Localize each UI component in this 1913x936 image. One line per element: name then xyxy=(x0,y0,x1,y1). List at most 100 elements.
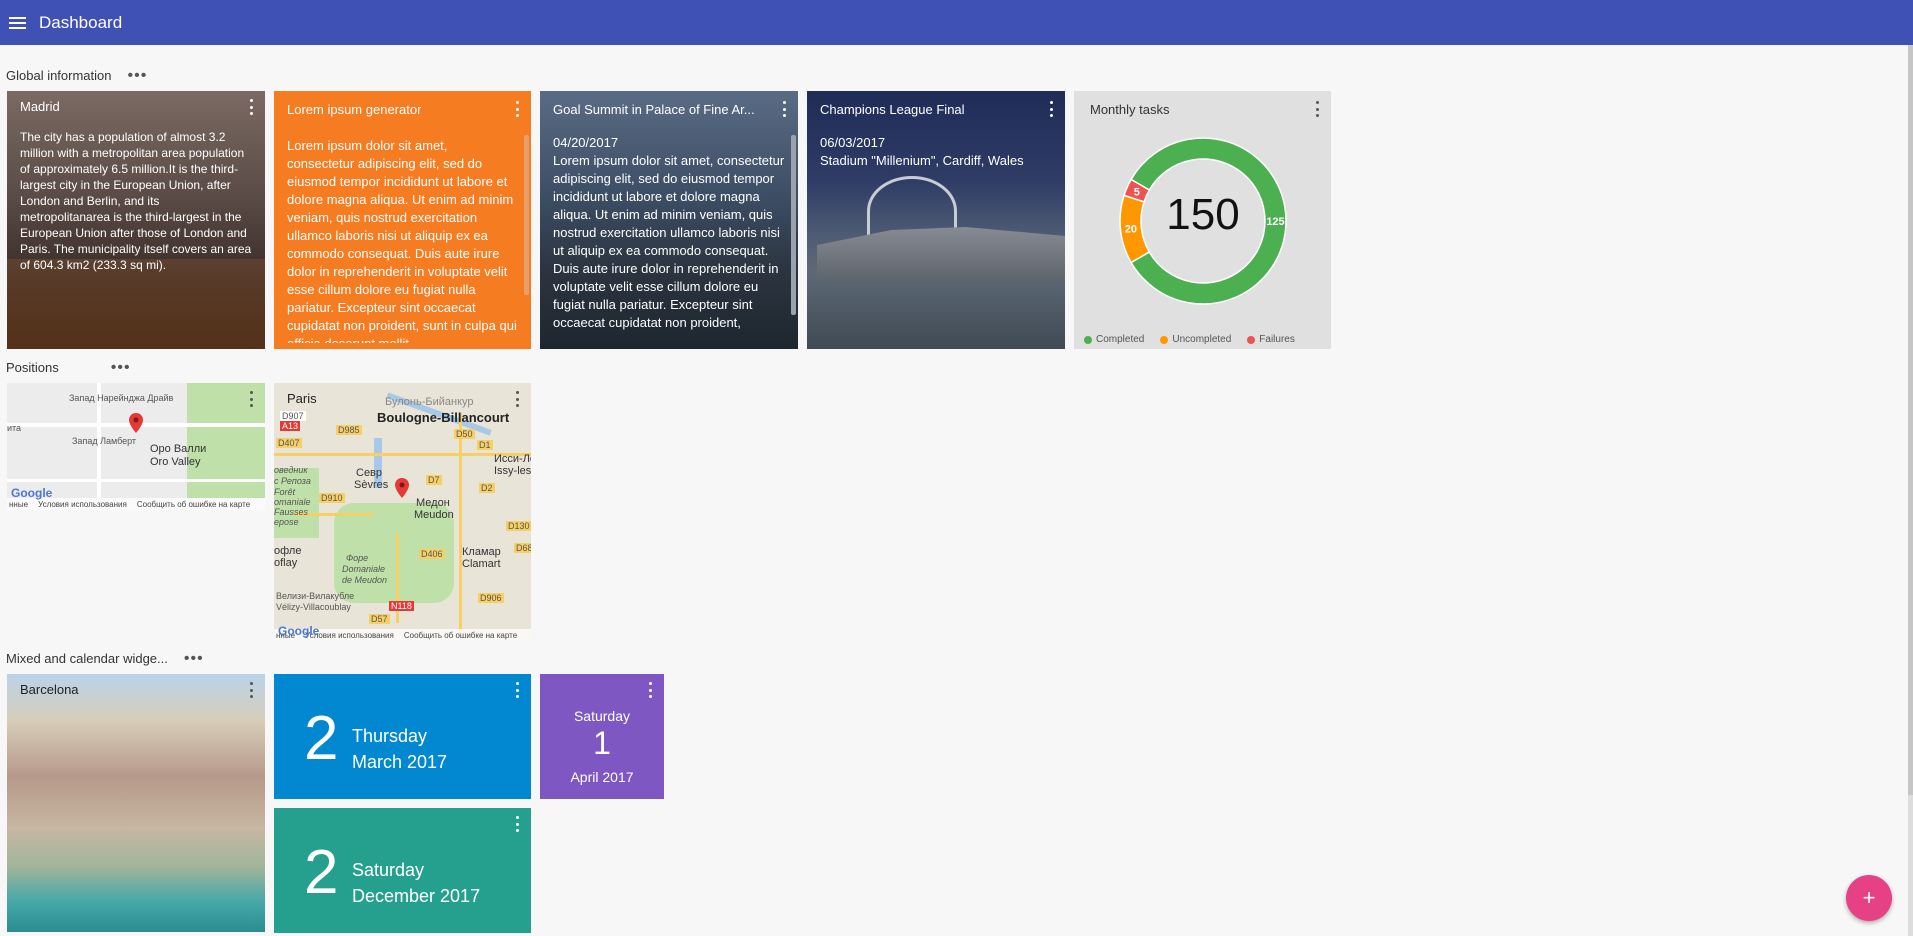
legend-label: Failures xyxy=(1259,334,1295,345)
more-vert-icon[interactable] xyxy=(647,682,653,698)
map-label: оведник xyxy=(274,465,308,475)
event-location: Stadium "Millenium", Cardiff, Wales xyxy=(820,153,1024,168)
map-label: Domaniale xyxy=(342,564,386,574)
calendar-month-year: December 2017 xyxy=(352,886,481,906)
calendar-day-number: 2 xyxy=(304,704,339,773)
more-vert-icon[interactable] xyxy=(514,391,520,407)
monthly-tasks-tile[interactable]: Monthly tasks 150 125 20 5 Completed Uncom… xyxy=(1074,91,1331,349)
road-label: D2 xyxy=(479,483,495,493)
map-label: Clamart xyxy=(462,558,501,570)
map-label: Boulogne-Billancourt xyxy=(377,410,510,425)
app-title: Dashboard xyxy=(39,12,123,32)
map-report-link[interactable]: Сообщить об ошибке на карте xyxy=(404,631,517,640)
section-title: Global information xyxy=(6,68,112,83)
calendar-day-number: 1 xyxy=(593,725,611,761)
road-label: D68 xyxy=(514,543,531,553)
map-label: Oro Valley xyxy=(150,456,201,468)
section-title: Positions xyxy=(6,360,59,375)
section-header-positions: Positions ••• xyxy=(6,359,131,375)
more-vert-icon[interactable] xyxy=(1048,101,1054,117)
map-terms-link[interactable]: Условия использования xyxy=(38,500,127,509)
tile-scrollbar[interactable] xyxy=(791,135,796,315)
more-horiz-icon[interactable]: ••• xyxy=(128,67,148,83)
map-road xyxy=(459,413,462,633)
road-label: D910 xyxy=(319,493,345,503)
map-pin-icon[interactable] xyxy=(395,478,409,498)
menu-icon[interactable] xyxy=(0,4,34,42)
map-label: офле xyxy=(274,545,302,557)
section-header-mixed: Mixed and calendar widge... ••• xyxy=(6,650,204,666)
map-label: Meudon xyxy=(414,509,454,521)
map-label: с Репоза xyxy=(274,476,311,486)
map-label: Issy-les-Mo xyxy=(494,465,531,477)
map-label: Vélizy-Villacoublay xyxy=(276,602,351,612)
goal-summit-tile[interactable]: Goal Summit in Palace of Fine Ar... 04/2… xyxy=(540,91,798,349)
calendar-month-year: April 2017 xyxy=(570,769,634,785)
tile-title: Barcelona xyxy=(20,682,79,697)
map-road xyxy=(7,479,265,482)
barcelona-tile[interactable]: Barcelona xyxy=(7,674,265,932)
section-title: Mixed and calendar widge... xyxy=(6,651,168,666)
map-label: epose xyxy=(274,517,299,527)
road-label: D407 xyxy=(276,438,302,448)
donut-chart: 150 125 20 5 xyxy=(1119,137,1287,305)
map-label: Запад Ламберт xyxy=(72,436,137,446)
map-label: Оро Валли xyxy=(150,443,207,455)
more-vert-icon[interactable] xyxy=(781,101,787,117)
tile-body: The city has a population of almost 3.2 … xyxy=(20,130,252,272)
map-report-link[interactable]: Сообщить об ошибке на карте xyxy=(137,500,250,509)
tile-scrollbar[interactable] xyxy=(524,135,529,295)
road-label: D1 xyxy=(477,440,493,450)
tile-title: Madrid xyxy=(20,99,60,114)
more-vert-icon[interactable] xyxy=(514,101,520,117)
tile-body: Lorem ipsum dolor sit amet, consectetur … xyxy=(287,138,517,343)
legend-item-completed: Completed xyxy=(1084,334,1144,345)
more-vert-icon[interactable] xyxy=(248,391,254,407)
calendar-tile-december[interactable]: 2 Saturday December 2017 xyxy=(274,808,531,933)
legend-label: Uncompleted xyxy=(1172,334,1232,345)
more-vert-icon[interactable] xyxy=(248,682,254,698)
page-scrollbar-thumb[interactable] xyxy=(1908,45,1913,795)
more-vert-icon[interactable] xyxy=(514,816,520,832)
tile-title: Champions League Final xyxy=(820,102,965,117)
barcelona-photo xyxy=(7,674,265,932)
calendar-tile-march[interactable]: 2 Thursday March 2017 xyxy=(274,674,531,799)
calendar-weekday: Saturday xyxy=(352,860,425,880)
road-label: D406 xyxy=(419,549,445,559)
champions-tile[interactable]: Champions League Final 06/03/2017 Stadiu… xyxy=(807,91,1065,349)
road-label: D906 xyxy=(478,593,504,603)
road-label: D50 xyxy=(454,429,475,439)
map-label: de Meudon xyxy=(342,575,388,585)
calendar-tile-april[interactable]: Saturday 1 April 2017 xyxy=(540,674,664,799)
legend-swatch xyxy=(1160,335,1169,344)
add-widget-button[interactable]: + xyxy=(1846,875,1892,921)
more-horiz-icon[interactable]: ••• xyxy=(111,359,131,375)
map-road xyxy=(274,453,531,456)
map-tile-oro-valley[interactable]: Запад Нарейнджа Драйв Запад Ламберт Оро … xyxy=(7,383,265,510)
donut-value-label: 125 xyxy=(1266,216,1284,228)
road-label: N118 xyxy=(389,601,414,611)
map-label: Севр xyxy=(356,467,383,479)
app-toolbar: Dashboard xyxy=(0,0,1913,45)
madrid-tile[interactable]: Madrid The city has a population of almo… xyxy=(7,91,265,349)
road-label: D7 xyxy=(426,475,442,485)
calendar-month-year: March 2017 xyxy=(352,752,448,772)
donut-value-label: 5 xyxy=(1134,187,1140,199)
more-vert-icon[interactable] xyxy=(248,99,254,115)
map-tile-paris[interactable]: Булонь-Бийанкур Boulogne-Billancourt Исс… xyxy=(274,383,531,641)
map-label: Булонь-Бийанкур xyxy=(385,396,474,408)
map-label: Sèvres xyxy=(354,479,389,491)
map-pin-icon[interactable] xyxy=(129,413,143,433)
map-label: ита xyxy=(7,423,22,433)
map-label: Медон xyxy=(416,497,450,509)
lorem-tile[interactable]: Lorem ipsum generator Lorem ipsum dolor … xyxy=(274,91,531,349)
more-vert-icon[interactable] xyxy=(514,682,520,698)
google-logo: Google xyxy=(278,624,320,638)
legend-swatch xyxy=(1084,335,1092,344)
road-label: D907 xyxy=(280,411,306,421)
legend-item-uncompleted: Uncompleted xyxy=(1160,334,1231,345)
tile-title: Paris xyxy=(287,391,317,406)
map-label: Запад Нарейнджа Драйв xyxy=(69,393,174,403)
donut-value-label: 20 xyxy=(1125,224,1137,236)
more-horiz-icon[interactable]: ••• xyxy=(184,650,204,666)
